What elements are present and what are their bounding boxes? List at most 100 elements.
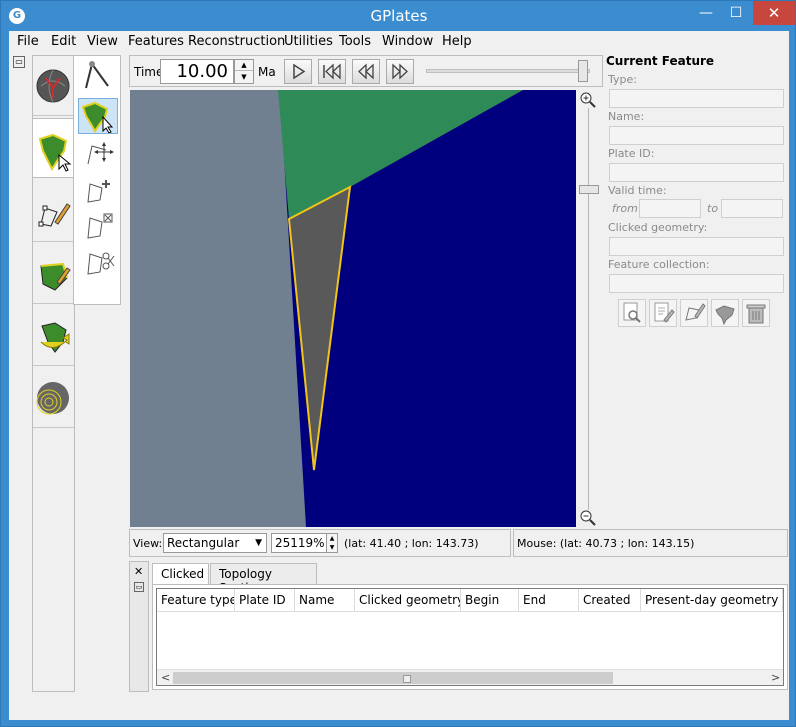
delete-feature-button[interactable] — [742, 299, 770, 327]
clone-feature-button[interactable] — [711, 299, 739, 327]
horizontal-scrollbar[interactable]: < > — [157, 669, 783, 685]
toolbox-categories — [32, 55, 75, 692]
valid-to-field[interactable] — [721, 199, 783, 218]
feature-collection-field[interactable] — [609, 274, 784, 293]
rewind-to-start-button[interactable] — [318, 59, 346, 84]
view-label: View: — [133, 537, 163, 550]
column-header[interactable]: End — [519, 589, 579, 612]
zoom-thumb[interactable] — [579, 185, 599, 194]
mouse-coordinates: Mouse: (lat: 40.73 ; lon: 143.15) — [517, 537, 695, 550]
spin-down-icon[interactable]: ▼ — [235, 72, 253, 83]
choose-feature-icon[interactable] — [78, 98, 118, 134]
spin-up-icon[interactable]: ▲ — [235, 60, 253, 71]
camera-latlon: (lat: 41.40 ; lon: 143.73) — [344, 537, 479, 550]
close-button[interactable]: ✕ — [753, 1, 795, 25]
plate-id-label: Plate ID: — [608, 147, 655, 160]
menu-tools[interactable]: Tools — [339, 34, 371, 49]
column-header[interactable]: Created — [579, 589, 641, 612]
edit-feature-icon — [654, 302, 675, 323]
query-feature-icon — [623, 302, 641, 323]
rewind-to-start-icon — [323, 63, 341, 80]
toolbox-tools — [73, 55, 121, 305]
zoom-percent-input[interactable]: 25119% — [271, 533, 327, 553]
column-header[interactable]: Present-day geometry (lat — [641, 589, 783, 612]
play-button[interactable] — [284, 59, 312, 84]
plate-id-field[interactable] — [609, 163, 784, 182]
from-label: from — [612, 202, 638, 215]
measure-distance-icon[interactable] — [78, 58, 118, 94]
tab-clicked[interactable]: Clicked — [152, 563, 209, 586]
scrollbar-thumb[interactable] — [173, 672, 613, 684]
menu-file[interactable]: File — [17, 34, 39, 49]
menu-window[interactable]: Window — [382, 34, 433, 49]
projection-select[interactable]: Rectangular ▼ — [163, 533, 267, 553]
zoom-slider — [576, 90, 602, 527]
zoom-in-icon[interactable] — [579, 91, 597, 109]
query-feature-button[interactable] — [618, 299, 646, 327]
type-label: Type: — [608, 73, 637, 86]
map-canvas[interactable] — [130, 90, 576, 527]
small-circle-tool-icon[interactable] — [33, 368, 74, 428]
valid-time-label: Valid time: — [608, 184, 667, 197]
menu-bar: File Edit View Features Reconstruction U… — [9, 31, 789, 53]
clicked-features-table-frame: Feature type Plate ID Name Clicked geome… — [152, 584, 788, 690]
mouse-status-bar: Mouse: (lat: 40.73 ; lon: 143.15) — [513, 529, 788, 557]
main-client-area: File Edit View Features Reconstruction U… — [9, 31, 789, 720]
digitisation-tool-icon[interactable] — [33, 182, 74, 242]
insert-vertex-icon[interactable] — [78, 172, 118, 208]
move-vertex-icon[interactable] — [78, 136, 118, 172]
column-header[interactable]: Begin — [461, 589, 519, 612]
view-status-bar: View: Rectangular ▼ 25119% ▲ ▼ (lat: 41.4… — [129, 529, 511, 557]
clone-geometry-button[interactable] — [680, 299, 708, 327]
time-slider-track[interactable] — [426, 69, 590, 73]
step-forward-button[interactable] — [386, 59, 414, 84]
menu-edit[interactable]: Edit — [51, 34, 76, 49]
scroll-left-icon[interactable]: < — [161, 671, 170, 684]
valid-from-field[interactable] — [639, 199, 701, 218]
float-toolbox-icon[interactable]: ▭ — [13, 56, 25, 68]
scroll-right-icon[interactable]: > — [771, 671, 780, 684]
column-header[interactable]: Name — [295, 589, 355, 612]
menu-view[interactable]: View — [87, 34, 118, 49]
play-icon — [293, 63, 306, 80]
edit-feature-button[interactable] — [649, 299, 677, 327]
time-unit: Ma — [258, 65, 276, 79]
clicked-geometry-field[interactable] — [609, 237, 784, 256]
time-spinner[interactable]: ▲ ▼ — [234, 59, 254, 84]
pole-manipulation-tool-icon[interactable] — [33, 306, 74, 366]
menu-help[interactable]: Help — [442, 34, 472, 49]
zoom-track[interactable] — [588, 108, 589, 510]
clicked-geometry-label: Clicked geometry: — [608, 221, 708, 234]
time-input[interactable]: 10.00 — [160, 59, 234, 84]
zoom-out-icon[interactable] — [579, 509, 597, 527]
close-icon[interactable]: ✕ — [134, 565, 143, 578]
zoom-spinner[interactable]: ▲ ▼ — [326, 533, 338, 553]
topology-tool-icon[interactable] — [33, 244, 74, 304]
minimize-button[interactable]: — — [691, 1, 721, 25]
globe-view-tool-icon[interactable] — [33, 56, 74, 116]
name-field[interactable] — [609, 126, 784, 145]
map-plates — [130, 90, 576, 527]
step-back-button[interactable] — [352, 59, 380, 84]
menu-features[interactable]: Features — [128, 34, 184, 49]
to-label: to — [707, 202, 719, 215]
tab-topology-sections[interactable]: Topology Sections — [210, 563, 317, 595]
trash-icon — [746, 304, 766, 324]
feature-inspection-tool-icon[interactable] — [32, 118, 75, 178]
split-feature-icon[interactable] — [78, 244, 118, 280]
float-dock-icon[interactable]: ▭ — [134, 582, 144, 592]
column-header[interactable]: Feature type — [157, 589, 235, 612]
menu-utilities[interactable]: Utilities — [284, 34, 333, 49]
column-header[interactable]: Plate ID — [235, 589, 295, 612]
clone-geometry-icon — [685, 303, 706, 321]
column-header[interactable]: Clicked geometry — [355, 589, 461, 612]
clicked-features-table[interactable]: Feature type Plate ID Name Clicked geome… — [156, 588, 784, 686]
delete-vertex-icon[interactable] — [78, 208, 118, 244]
panel-title: Current Feature — [606, 54, 715, 68]
scrollbar-grip[interactable] — [403, 675, 411, 683]
type-field[interactable] — [609, 89, 784, 108]
title-bar: G GPlates — ☐ ✕ — [1, 1, 796, 31]
maximize-button[interactable]: ☐ — [721, 1, 751, 25]
menu-reconstruction[interactable]: Reconstruction — [188, 34, 285, 49]
time-slider-thumb[interactable] — [578, 60, 588, 82]
